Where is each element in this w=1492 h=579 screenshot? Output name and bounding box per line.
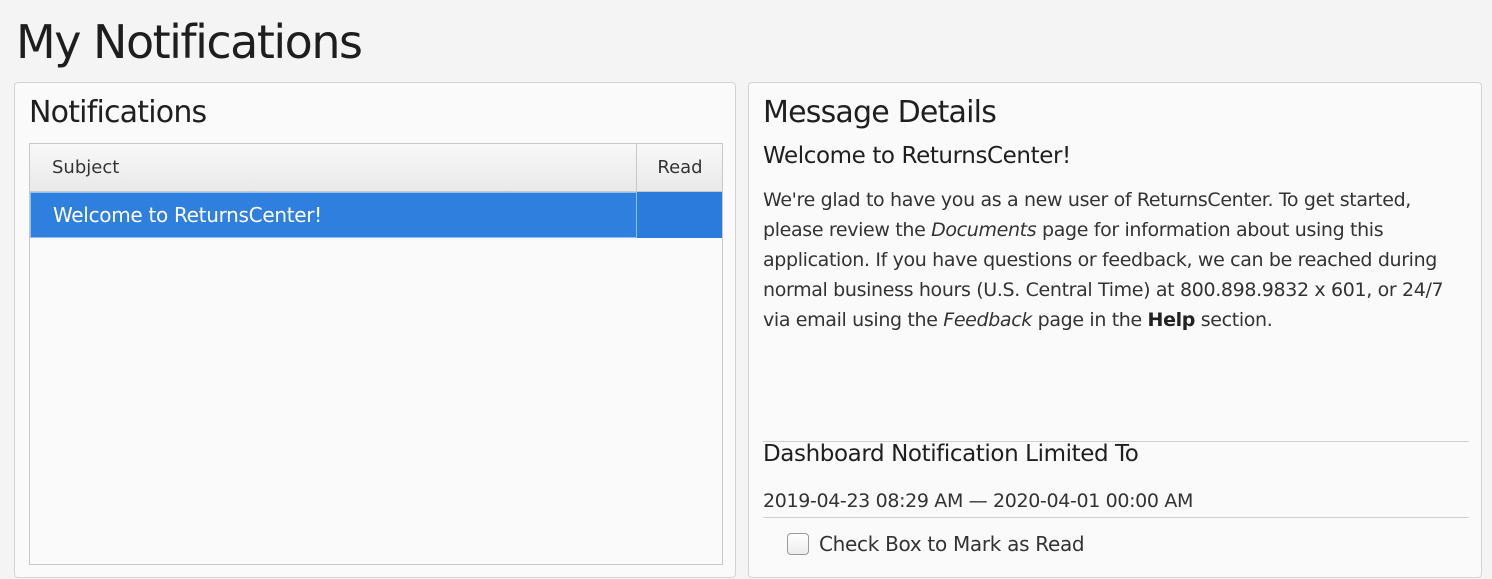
mark-as-read-checkbox[interactable]: [787, 533, 809, 555]
row-subject-cell[interactable]: Welcome to ReturnsCenter!: [30, 192, 637, 238]
message-details-panel: Message Details Welcome to ReturnsCenter…: [748, 82, 1482, 578]
subject-column-header[interactable]: Subject: [30, 144, 637, 191]
notifications-panel: Notifications Subject Read Welcome to Re…: [14, 82, 736, 578]
documents-link-text: Documents: [931, 219, 1037, 241]
mark-as-read-control[interactable]: Check Box to Mark as Read: [787, 531, 1085, 557]
message-details-heading: Message Details: [763, 95, 997, 130]
grid-header: Subject Read: [30, 144, 722, 192]
message-subject: Welcome to ReturnsCenter!: [763, 143, 1071, 169]
mark-as-read-label[interactable]: Check Box to Mark as Read: [819, 531, 1085, 557]
notifications-heading: Notifications: [29, 95, 207, 130]
feedback-link-text: Feedback: [943, 309, 1032, 331]
message-body-text: section.: [1195, 309, 1273, 331]
notifications-grid: Subject Read Welcome to ReturnsCenter!: [29, 143, 723, 565]
row-read-cell[interactable]: [638, 192, 722, 238]
read-column-header[interactable]: Read: [638, 144, 722, 191]
divider: [763, 517, 1469, 518]
date-range: 2019-04-23 08:29 AM — 2020-04-01 00:00 A…: [763, 490, 1194, 512]
message-body: We're glad to have you as a new user of …: [763, 185, 1471, 335]
page-title: My Notifications: [16, 15, 363, 69]
table-row[interactable]: Welcome to ReturnsCenter!: [30, 192, 722, 238]
limited-to-label: Dashboard Notification Limited To: [763, 441, 1139, 467]
message-body-text: page in the: [1031, 309, 1148, 331]
help-text: Help: [1147, 309, 1196, 331]
